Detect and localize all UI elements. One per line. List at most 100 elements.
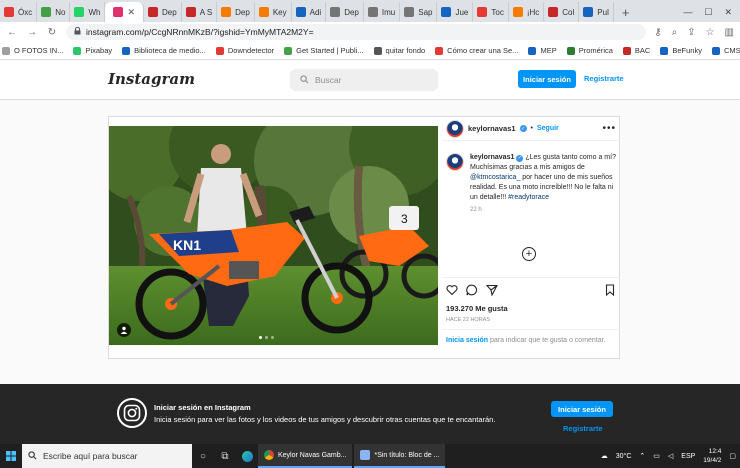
browser-tab[interactable]: Adi — [292, 2, 327, 22]
network-icon[interactable]: ▭ — [653, 452, 660, 460]
browser-tab[interactable]: Dep — [326, 2, 364, 22]
browser-tab[interactable]: ¡Hc — [509, 2, 545, 22]
weather-icon[interactable]: ☁ — [601, 452, 608, 460]
browser-tab[interactable]: Dep — [144, 2, 182, 22]
task-view-icon[interactable]: ⧉ — [214, 444, 236, 468]
bookmark-item[interactable]: Get Started | Publi... — [284, 46, 364, 55]
notifications-icon[interactable]: ▢ — [729, 452, 736, 460]
tab-label: Jue — [455, 7, 469, 17]
share-post-icon[interactable] — [486, 284, 498, 296]
tab-favicon-icon — [74, 7, 85, 17]
windows-start-icon[interactable] — [0, 444, 22, 468]
forward-icon[interactable]: → — [26, 27, 38, 38]
tab-label: Dep — [235, 7, 250, 17]
bookmark-item[interactable]: quitar fondo — [373, 46, 425, 55]
sidebar-icon[interactable]: ▥ — [725, 27, 734, 38]
bookmark-item[interactable]: Downdetector — [215, 46, 274, 55]
zoom-icon[interactable]: ⌕ — [672, 27, 678, 38]
browser-tab-strip: Óxc No Wh ✕ Dep A S Dep Key Adi Dep Imu Sap Jue Toc ¡H… — [0, 0, 740, 22]
browser-tab[interactable]: Key — [255, 2, 292, 22]
bookmark-item[interactable]: Cómo crear una Se... — [435, 46, 518, 55]
cortana-icon[interactable]: ○ — [192, 444, 214, 468]
comment-icon[interactable] — [466, 284, 478, 296]
browser-tab[interactable]: Sap — [400, 2, 438, 22]
caption-mention[interactable]: @ktmcostarica_ — [470, 174, 520, 181]
taskbar-app-chrome[interactable]: Keylor Navas Gamb... — [258, 444, 353, 468]
bookmark-item[interactable]: Promérica — [566, 46, 613, 55]
caption-username[interactable]: keylornavas1 — [470, 154, 514, 161]
browser-tab[interactable]: ✕ — [105, 2, 145, 22]
search-input[interactable]: Buscar — [290, 69, 438, 91]
tab-label: A S — [199, 7, 213, 17]
bookmark-item[interactable]: MEP — [528, 46, 557, 55]
bookmark-item[interactable]: BeFunky — [660, 46, 702, 55]
plate-number: 3 — [401, 212, 408, 226]
like-icon[interactable] — [446, 284, 458, 296]
address-bar-row: ← → ↻ instagram.com/p/CcgNRnnMKzB/?igshi… — [0, 22, 740, 42]
browser-tab[interactable]: Col — [544, 2, 580, 22]
tab-favicon-icon — [258, 7, 269, 17]
post-photo[interactable]: 3 KN1 — [109, 126, 438, 345]
more-options-icon[interactable]: ••• — [602, 123, 616, 134]
post-time: HACE 22 HORAS — [446, 317, 491, 323]
instagram-logo[interactable]: Instagram — [108, 70, 195, 88]
banner-login-button[interactable]: Iniciar sesión — [551, 401, 613, 417]
language-indicator[interactable]: ESP — [681, 453, 695, 460]
url-field[interactable]: instagram.com/p/CcgNRnnMKzB/?igshid=YmMy… — [66, 24, 647, 40]
browser-tab[interactable]: Toc — [473, 2, 509, 22]
back-icon[interactable]: ← — [6, 27, 18, 38]
clock[interactable]: 12:4 19/4/2 — [703, 447, 721, 465]
login-button[interactable]: Iniciar sesión — [518, 70, 576, 88]
caption-hashtag[interactable]: #readytorace — [508, 194, 549, 201]
browser-tab[interactable]: Wh — [70, 2, 106, 22]
post-username[interactable]: keylornavas1 — [468, 124, 516, 133]
minimize-icon[interactable]: — — [683, 7, 692, 17]
tab-favicon-icon — [185, 7, 196, 17]
follow-button[interactable]: Seguir — [537, 125, 559, 132]
tagged-user-icon[interactable] — [117, 323, 131, 337]
bookmark-item[interactable]: O FOTOS IN... — [2, 46, 63, 55]
like-count[interactable]: 193.270 Me gusta — [446, 304, 616, 313]
load-more-comments-icon[interactable]: + — [522, 247, 536, 261]
browser-tab[interactable]: Dep — [217, 2, 255, 22]
browser-tab[interactable]: Óxc — [0, 2, 38, 22]
bookmark-item[interactable]: Biblioteca de medio... — [122, 46, 206, 55]
maximize-icon[interactable]: ☐ — [704, 7, 712, 18]
reload-icon[interactable]: ↻ — [46, 27, 58, 38]
tab-favicon-icon — [41, 7, 52, 17]
new-tab-button[interactable]: + — [614, 2, 638, 22]
star-icon[interactable]: ☆ — [706, 27, 715, 38]
tab-favicon-icon — [477, 7, 488, 17]
banner-register-link[interactable]: Registrarte — [563, 424, 603, 433]
browser-tab[interactable]: Pul — [579, 2, 614, 22]
weather-temp[interactable]: 30°C — [616, 453, 632, 460]
avatar[interactable] — [446, 119, 464, 138]
taskbar-app-notepad[interactable]: *Sin título: Bloc de ... — [354, 444, 446, 468]
close-tab-icon[interactable]: ✕ — [127, 7, 135, 18]
browser-tab[interactable]: A S — [182, 2, 218, 22]
share-icon[interactable]: ⇪ — [687, 27, 695, 38]
tray-chevron-icon[interactable]: ⌃ — [639, 452, 645, 460]
login-prompt-link[interactable]: Inicia sesión — [446, 337, 488, 344]
browser-tab[interactable]: No — [37, 2, 71, 22]
browser-tab[interactable]: Jue — [437, 2, 474, 22]
taskbar-search-input[interactable]: Escribe aquí para buscar — [22, 444, 192, 468]
window-controls: — ☐ ✕ — [675, 2, 740, 22]
register-link[interactable]: Registrarte — [584, 74, 624, 83]
volume-icon[interactable]: ◁ — [668, 452, 673, 460]
bookmark-item[interactable]: BAC — [622, 46, 650, 55]
tab-label: Dep — [162, 7, 177, 17]
tab-label: Wh — [88, 7, 101, 17]
post-caption: keylornavas1 ✓ ¿Les gusta tanto como a mí… — [446, 153, 616, 213]
bookmark-label: Promérica — [578, 46, 613, 55]
edge-icon[interactable] — [236, 444, 258, 468]
save-icon[interactable] — [604, 284, 616, 296]
bookmark-favicon-icon — [215, 46, 224, 55]
browser-tab[interactable]: Imu — [364, 2, 401, 22]
bookmark-item[interactable]: CMS — [711, 46, 740, 55]
close-window-icon[interactable]: ✕ — [724, 7, 732, 18]
key-icon[interactable]: ⚷ — [654, 27, 661, 38]
caption-avatar[interactable] — [446, 153, 464, 171]
bookmark-item[interactable]: Pixabay — [73, 46, 112, 55]
tab-label: Col — [562, 7, 575, 17]
